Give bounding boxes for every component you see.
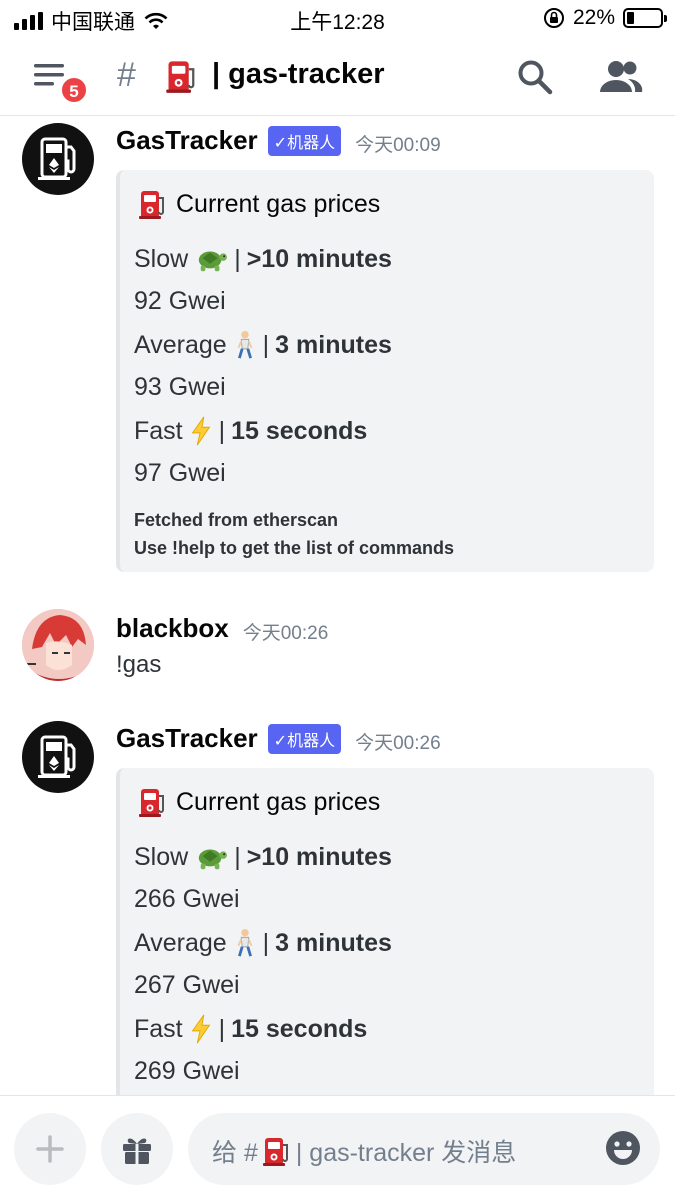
- embed-footer: Fetched from etherscan: [134, 510, 339, 530]
- placeholder-prefix: 给 #: [212, 1139, 258, 1167]
- embed-slow-line: Slow | >10 minutes: [134, 842, 392, 872]
- fuel-pump-icon: [22, 123, 94, 195]
- author-name[interactable]: GasTracker: [116, 125, 258, 156]
- average-price: 93 Gwei: [134, 373, 226, 401]
- fast-price: 269 Gwei: [134, 1057, 240, 1085]
- timestamp: 今天00:26: [242, 623, 329, 644]
- author-line: GasTracker ✓机器人 今天00:09: [116, 125, 441, 156]
- channel-header: 5 # | gas-tracker: [0, 38, 675, 116]
- fast-time: 15 seconds: [231, 416, 368, 445]
- separator: |: [234, 244, 241, 273]
- emoji-icon[interactable]: [604, 1129, 642, 1167]
- lightning-emoji: [189, 1014, 213, 1044]
- separator: |: [262, 330, 270, 359]
- turtle-emoji: [194, 842, 228, 872]
- fuel-pump-icon: [262, 1135, 292, 1167]
- embed-title-text: Current gas prices: [176, 787, 381, 816]
- slow-time: >10 minutes: [246, 842, 392, 871]
- embed-title-text: Current gas prices: [176, 189, 381, 218]
- embed-title: Current gas prices: [138, 786, 380, 818]
- slow-price: 92 Gwei: [134, 287, 226, 315]
- members-icon[interactable]: [598, 58, 644, 96]
- input-placeholder: 给 # | gas-tracker 发消息: [212, 1133, 516, 1169]
- average-price: 267 Gwei: [134, 971, 240, 999]
- slow-label: Slow: [134, 842, 189, 871]
- average-label: Average: [134, 330, 227, 359]
- fuel-pump-icon: [138, 786, 168, 818]
- slow-label: Slow: [134, 244, 189, 273]
- embed-footer: Use !help to get the list of commands: [134, 538, 455, 558]
- channel-hash-icon: #: [117, 56, 136, 94]
- message-item: GasTracker ✓机器人 今天00:26 Current gas pric…: [0, 715, 675, 1095]
- notification-badge: 5: [60, 76, 88, 104]
- embed-fast-line: Fast | 15 seconds: [134, 1014, 367, 1044]
- message-input[interactable]: 给 # | gas-tracker 发消息: [188, 1113, 660, 1185]
- fuel-pump-icon: [22, 721, 94, 793]
- battery-icon: [623, 8, 667, 28]
- avatar[interactable]: [22, 123, 94, 195]
- user-avatar-image: [22, 609, 94, 681]
- fast-price: 97 Gwei: [134, 459, 226, 487]
- fuel-pump-icon: [138, 188, 168, 220]
- avatar[interactable]: [22, 609, 94, 681]
- embed-average-line: Average | 3 minutes: [134, 330, 392, 360]
- fast-time: 15 seconds: [231, 1014, 368, 1043]
- gift-button[interactable]: [101, 1113, 173, 1185]
- average-time: 3 minutes: [275, 330, 392, 359]
- separator: |: [218, 1014, 226, 1043]
- author-name[interactable]: blackbox: [116, 613, 229, 644]
- author-line: blackbox 今天00:26: [116, 613, 328, 644]
- message-text: !gas: [116, 651, 162, 678]
- search-icon[interactable]: [516, 58, 554, 96]
- average-label: Average: [134, 928, 227, 957]
- message-input-bar: 给 # | gas-tracker 发消息: [0, 1095, 675, 1200]
- embed-slow-line: Slow | >10 minutes: [134, 244, 392, 274]
- embed: Current gas prices Slow | >10 minutes 26…: [116, 768, 654, 1095]
- fuel-pump-icon: [165, 58, 199, 94]
- status-bar: 中国联通 上午12:28 22%: [0, 0, 675, 38]
- message-list[interactable]: GasTracker ✓机器人 今天00:09 Current gas pric…: [0, 117, 675, 1095]
- slow-time: >10 minutes: [246, 244, 392, 273]
- gift-icon: [123, 1138, 151, 1164]
- slow-price: 266 Gwei: [134, 885, 240, 913]
- status-right: 22%: [543, 6, 667, 30]
- message-item: GasTracker ✓机器人 今天00:09 Current gas pric…: [0, 117, 675, 577]
- walking-person-emoji: [233, 928, 257, 958]
- battery-percent: 22%: [572, 6, 615, 29]
- embed-average-line: Average | 3 minutes: [134, 928, 392, 958]
- bot-tag: ✓机器人: [267, 125, 342, 156]
- fast-label: Fast: [134, 1014, 183, 1043]
- attach-button[interactable]: [14, 1113, 86, 1185]
- embed-fast-line: Fast | 15 seconds: [134, 416, 367, 446]
- timestamp: 今天00:26: [355, 733, 441, 754]
- author-name[interactable]: GasTracker: [116, 723, 258, 754]
- rotation-lock-icon: [543, 8, 564, 28]
- separator: |: [218, 416, 226, 445]
- menu-button[interactable]: 5: [30, 58, 90, 104]
- embed-title: Current gas prices: [138, 188, 380, 220]
- channel-name[interactable]: | gas-tracker: [212, 58, 385, 91]
- plus-icon: [36, 1135, 64, 1163]
- average-time: 3 minutes: [275, 928, 392, 957]
- embed: Current gas prices Slow | >10 minutes 92…: [116, 170, 654, 572]
- message-item: blackbox 今天00:26 !gas: [0, 607, 675, 697]
- fast-label: Fast: [134, 416, 183, 445]
- separator: |: [234, 842, 241, 871]
- separator: |: [262, 928, 270, 957]
- avatar[interactable]: [22, 721, 94, 793]
- author-line: GasTracker ✓机器人 今天00:26: [116, 723, 441, 754]
- turtle-emoji: [194, 244, 228, 274]
- placeholder-suffix: | gas-tracker 发消息: [295, 1139, 517, 1167]
- lightning-emoji: [189, 416, 213, 446]
- timestamp: 今天00:09: [355, 135, 441, 156]
- bot-tag: ✓机器人: [267, 723, 342, 754]
- walking-person-emoji: [233, 330, 257, 360]
